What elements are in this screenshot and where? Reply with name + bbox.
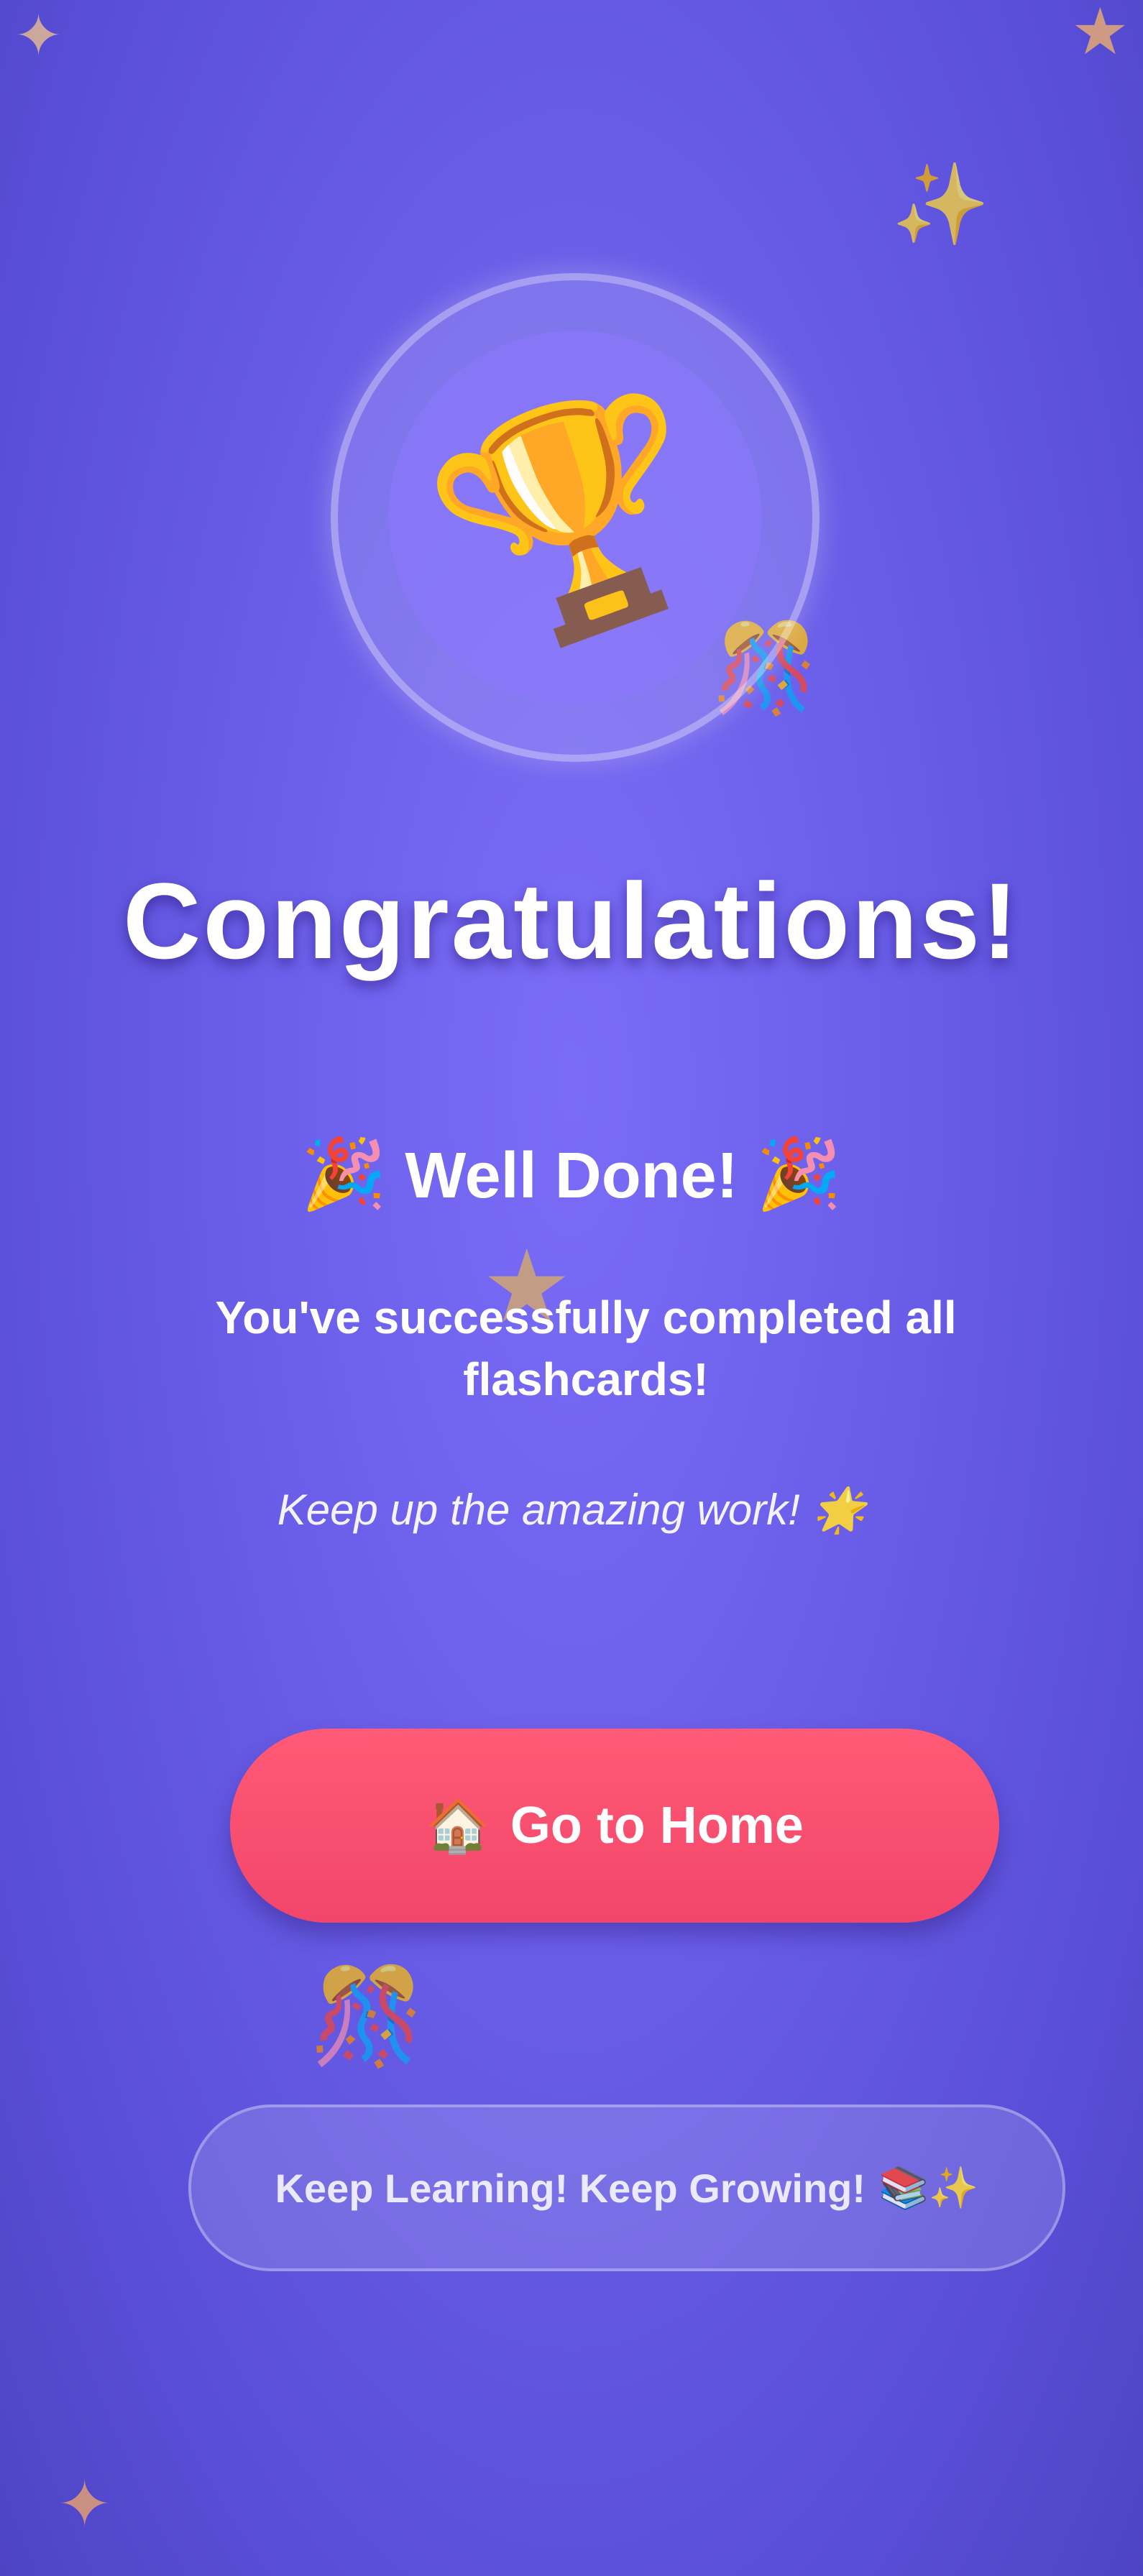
trophy-badge: 🏆 bbox=[331, 273, 820, 762]
completion-message: You've successfully completed all flashc… bbox=[215, 1292, 957, 1406]
books-sparkles-icon: 📚✨ bbox=[878, 2165, 979, 2210]
footer-banner: Keep Learning! Keep Growing! 📚✨ bbox=[188, 2104, 1065, 2271]
party-popper-icon: 🎉 bbox=[300, 1136, 387, 1213]
encouragement-message: Keep up the amazing work! 🌟 bbox=[277, 1486, 866, 1534]
party-popper-icon: 🎉 bbox=[756, 1136, 843, 1213]
trophy-badge-inner: 🏆 bbox=[388, 331, 762, 704]
page-title: Congratulations! bbox=[123, 860, 1020, 981]
go-to-home-label: Go to Home bbox=[510, 1797, 804, 1854]
well-done-heading: 🎉 Well Done! 🎉 bbox=[0, 1134, 1143, 1215]
footer-text: Keep Learning! Keep Growing! bbox=[275, 2165, 866, 2211]
sparkle-icon: ✦ bbox=[14, 4, 63, 68]
star-icon: ★ bbox=[1071, 0, 1129, 68]
trophy-icon: 🏆 bbox=[408, 358, 743, 677]
go-to-home-button[interactable]: 🏠 Go to Home bbox=[230, 1729, 999, 1923]
sparkle-icon: ✦ bbox=[58, 2469, 112, 2541]
sparkle-icon: ✨ bbox=[891, 160, 990, 249]
well-done-text: Well Done! bbox=[405, 1140, 738, 1212]
home-icon: 🏠 bbox=[426, 1797, 490, 1855]
confetti-icon: 🎊 bbox=[309, 1964, 426, 2069]
